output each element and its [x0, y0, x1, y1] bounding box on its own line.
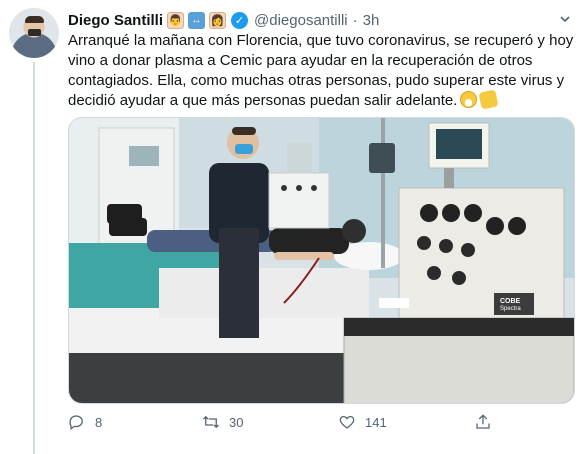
avatar-mask: [28, 29, 41, 36]
tweet-text-line: vino a donar plasma a Cemic para ayudar …: [68, 52, 533, 69]
share-button[interactable]: [474, 413, 501, 431]
tweet-time[interactable]: 3h: [363, 12, 380, 29]
author-handle[interactable]: @diegosantilli: [254, 12, 348, 29]
reply-count: 8: [95, 414, 103, 430]
tweet-text-line: Arranqué la mañana con Florencia, que tu…: [68, 32, 574, 49]
heart-icon: [339, 416, 355, 429]
tweet-photo[interactable]: COBE Spectra: [68, 117, 575, 404]
photo-illustration: [69, 118, 574, 403]
author-name[interactable]: Diego Santilli: [68, 12, 163, 29]
tweet-actions: 8 30 141: [68, 413, 568, 435]
reply-button[interactable]: 8: [68, 413, 102, 431]
verified-badge-icon: ✓: [231, 11, 249, 29]
clapping-hands-emoji: [478, 89, 500, 110]
thread-line: [33, 62, 35, 454]
machine-model-label: Spectra: [500, 306, 521, 312]
reply-icon: [69, 415, 83, 431]
man-technologist-emoji: 👨: [167, 11, 185, 29]
tweet-text: Arranqué la mañana con Florencia, que tu…: [68, 31, 573, 111]
tweet-text-line: decidió ayudar a que más personas puedan…: [68, 92, 458, 109]
avatar[interactable]: [9, 8, 59, 58]
retweet-icon: [203, 415, 219, 429]
separator-dot: ·: [352, 11, 358, 29]
like-button[interactable]: 141: [338, 413, 387, 431]
tweet-text-line-last: decidió ayudar a que más personas puedan…: [68, 89, 573, 111]
woman-emoji: 👩: [209, 11, 227, 29]
tweet-header: Diego Santilli 👨 ↔ 👩 ✓ @diegosantilli · …: [68, 10, 379, 30]
face-with-medical-mask-emoji: [460, 91, 478, 108]
tweet[interactable]: Diego Santilli 👨 ↔ 👩 ✓ @diegosantilli · …: [0, 0, 586, 454]
retweet-button[interactable]: 30: [202, 413, 243, 431]
left-right-arrow-emoji: ↔: [188, 11, 206, 29]
tweet-text-line: contagiados. Ella, como muchas otras per…: [68, 72, 565, 89]
retweet-count: 30: [229, 414, 244, 430]
like-count: 141: [365, 414, 387, 430]
more-options-chevron-icon[interactable]: [556, 12, 574, 26]
chevron-down-icon: [560, 16, 570, 23]
share-icon: [476, 414, 490, 429]
avatar-hair: [25, 16, 44, 23]
machine-brand-label: COBE: [500, 298, 521, 305]
